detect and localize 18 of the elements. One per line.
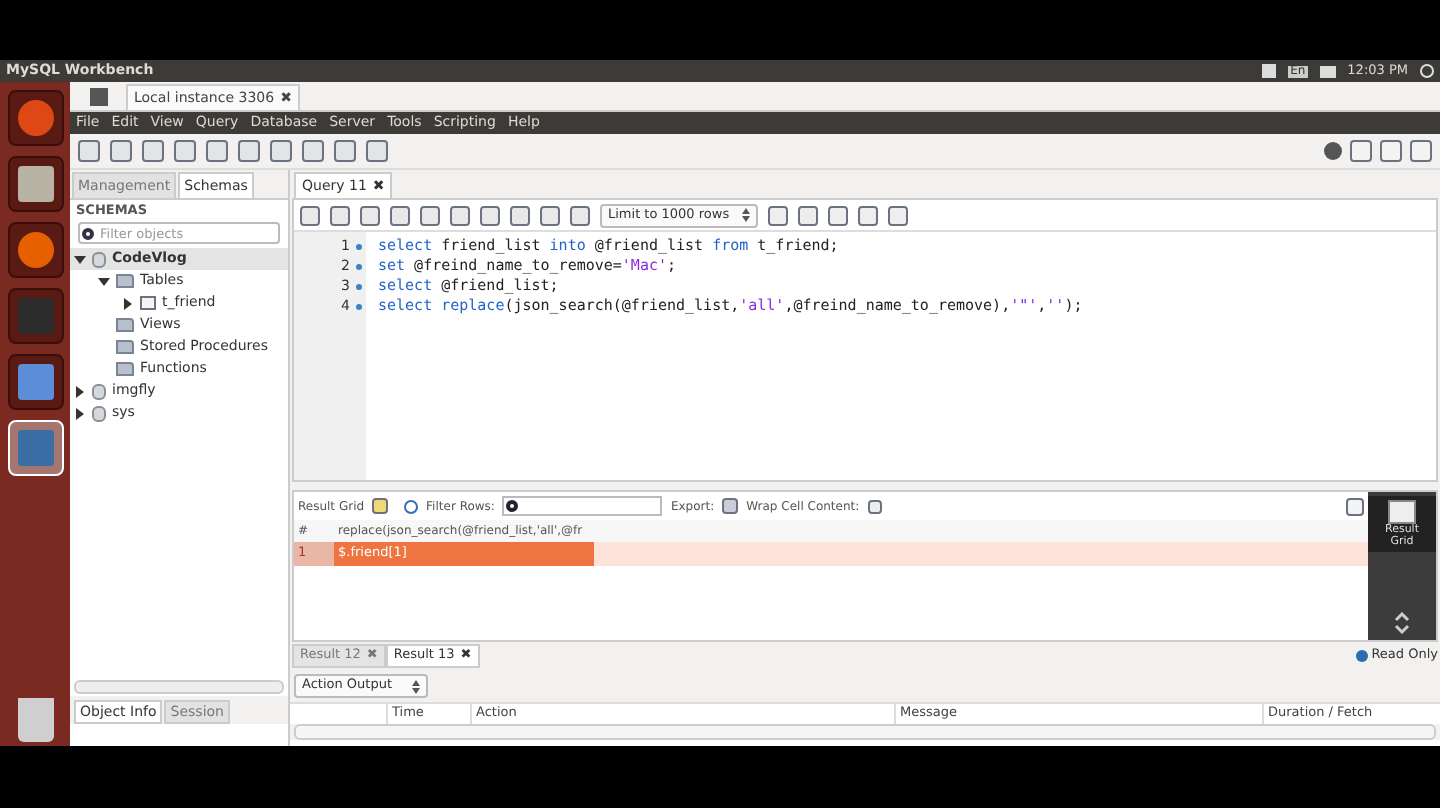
filter-rows-field[interactable] — [502, 496, 663, 516]
folder-icon[interactable] — [300, 205, 320, 225]
scroll-arrows-icon[interactable] — [1394, 612, 1410, 634]
scroll-bar[interactable] — [294, 724, 1436, 740]
spinner-icon — [741, 208, 750, 222]
table-icon — [140, 296, 156, 310]
trash-icon[interactable] — [17, 698, 53, 742]
search-icon — [506, 500, 519, 512]
launcher-item[interactable] — [7, 90, 63, 146]
launcher-item[interactable] — [7, 354, 63, 410]
spinner-icon — [412, 679, 421, 693]
circle-logo-icon — [17, 100, 53, 136]
launcher-item[interactable] — [7, 222, 63, 278]
search-icon — [82, 227, 94, 239]
scroll-bar[interactable] — [74, 680, 284, 694]
folder-icon — [116, 274, 134, 288]
launcher-item[interactable] — [7, 156, 63, 212]
collapsed-arrow-icon[interactable] — [124, 297, 132, 309]
